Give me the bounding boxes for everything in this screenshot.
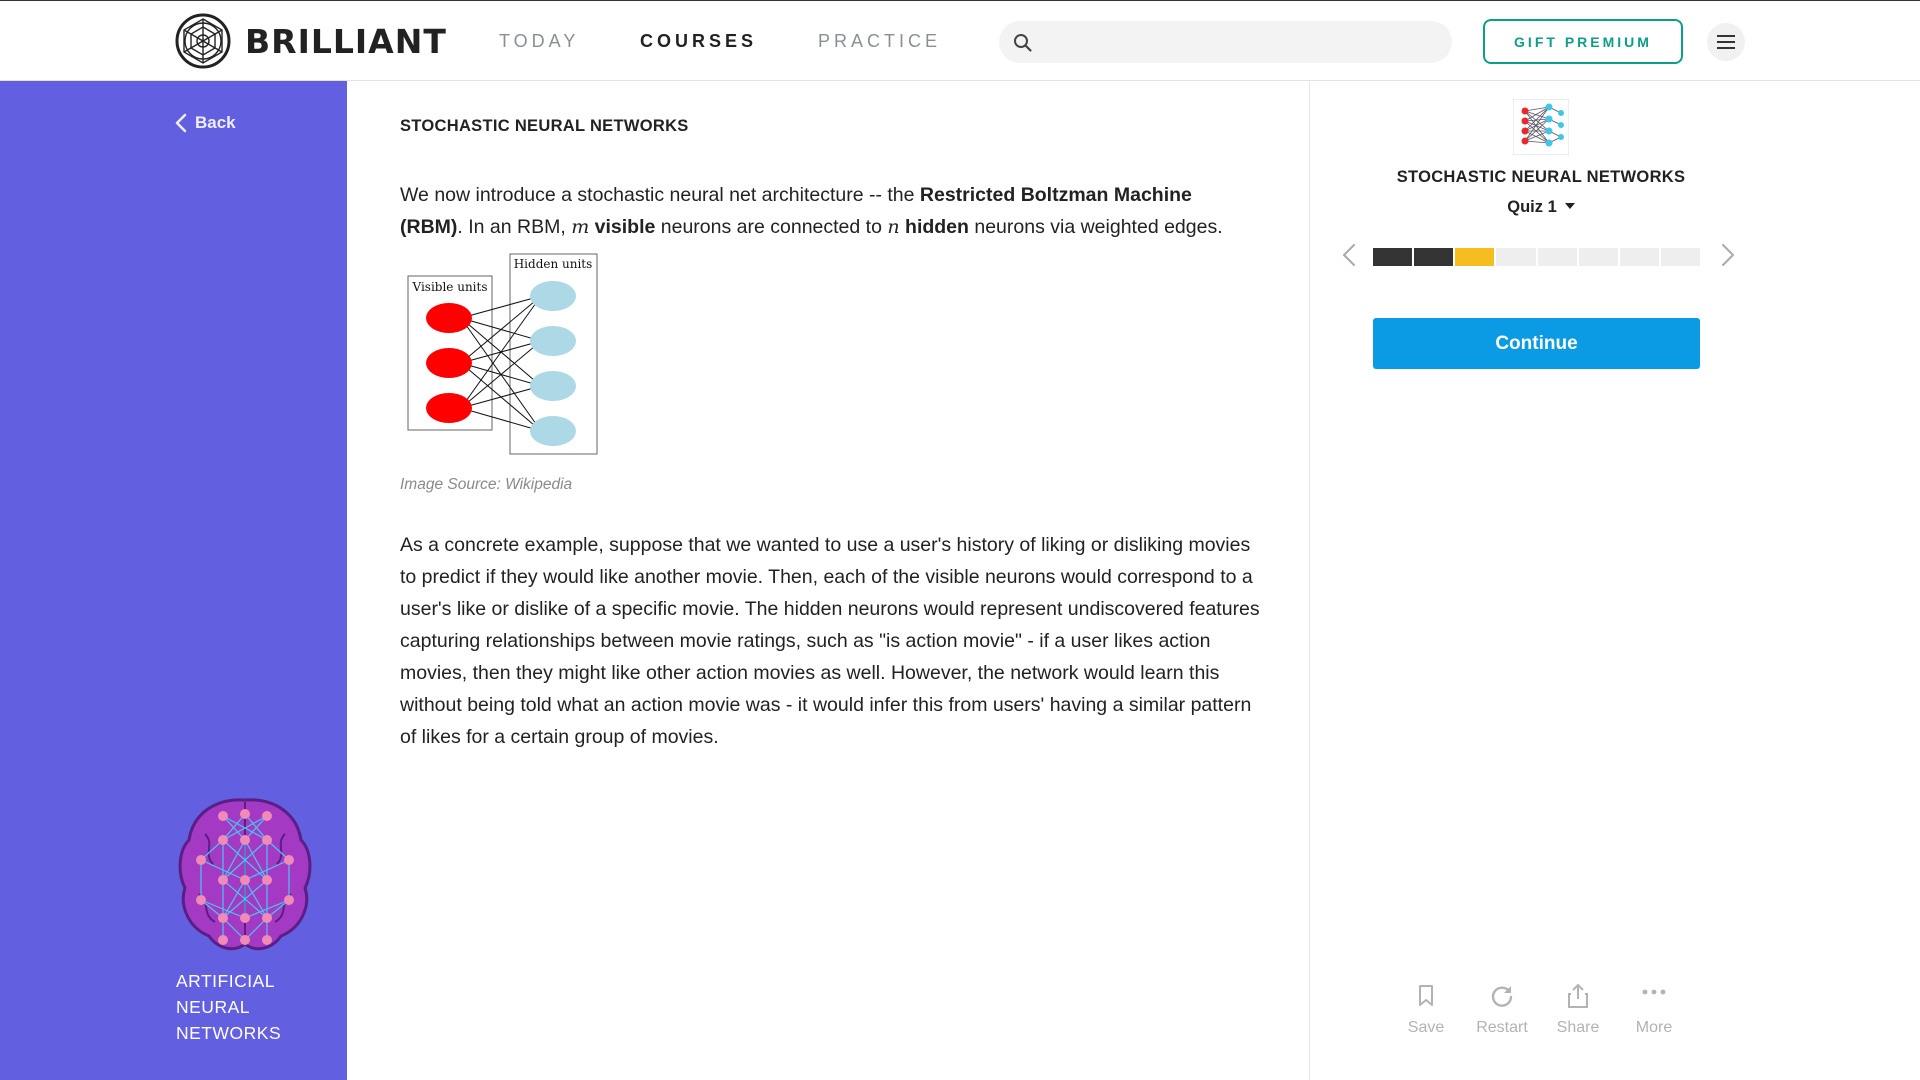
- visible-unit-node: [426, 393, 472, 423]
- quiz-course-title: STOCHASTIC NEURAL NETWORKS: [1396, 168, 1686, 186]
- text-run: neurons are connected to: [655, 216, 888, 238]
- progress-segment: [1619, 248, 1659, 266]
- search-icon: [1014, 34, 1032, 52]
- back-button[interactable]: Back: [175, 113, 236, 133]
- visible-units-label: Visible units: [412, 280, 488, 294]
- gift-premium-button[interactable]: GIFT PREMIUM: [1483, 19, 1683, 64]
- more-icon: [1642, 989, 1666, 995]
- share-button[interactable]: Share: [1542, 983, 1614, 1037]
- back-label: Back: [195, 113, 236, 132]
- restart-icon: [1491, 986, 1513, 1007]
- visible-unit-node: [426, 348, 472, 378]
- restart-label: Restart: [1476, 1019, 1528, 1036]
- nav-today[interactable]: TODAY: [499, 31, 579, 52]
- hidden-unit-node: [530, 416, 576, 446]
- lesson-paragraph-example: As a concrete example, suppose that we w…: [400, 534, 1260, 748]
- continue-button[interactable]: Continue: [1373, 318, 1700, 369]
- save-button[interactable]: Save: [1390, 983, 1462, 1037]
- progress-segment: [1455, 248, 1495, 266]
- neural-brain-icon: [178, 798, 312, 951]
- math-variable-n: n: [887, 216, 900, 238]
- save-label: Save: [1407, 1019, 1445, 1036]
- share-label: Share: [1556, 1019, 1600, 1036]
- more-button[interactable]: More: [1618, 983, 1690, 1037]
- share-icon: [1568, 983, 1588, 1008]
- image-caption: Image Source: Wikipedia: [400, 476, 573, 493]
- progress-segment: [1414, 248, 1454, 266]
- menu-button[interactable]: [1707, 23, 1745, 61]
- hidden-unit-node: [530, 371, 576, 401]
- brand-logo[interactable]: BRILLIANT: [175, 13, 447, 69]
- progress-segment: [1537, 248, 1577, 266]
- caret-down-icon: [1564, 202, 1575, 209]
- restart-button[interactable]: Restart: [1466, 983, 1538, 1037]
- chevron-left-icon: [175, 113, 187, 133]
- term-visible: visible: [594, 216, 656, 238]
- rbm-diagram: Visible units Hidden units: [407, 253, 598, 455]
- next-step-arrow-icon[interactable]: [1721, 243, 1735, 267]
- quiz-actions: Save Restart Share More: [1390, 983, 1690, 1037]
- text-run: neurons via weighted edges.: [968, 216, 1223, 238]
- lesson-paragraph-intro: We now introduce a stochastic neural net…: [400, 179, 1260, 243]
- brand-name: BRILLIANT: [245, 21, 447, 61]
- quiz-panel: STOCHASTIC NEURAL NETWORKS Quiz 1 Contin…: [1309, 81, 1920, 1080]
- quiz-selector-label: Quiz 1: [1507, 198, 1557, 216]
- course-sidebar: Back ARTIFICIAL NEURAL NETWORKS: [0, 81, 347, 1080]
- more-label: More: [1635, 1019, 1673, 1036]
- course-title: ARTIFICIAL NEURAL NETWORKS: [176, 971, 282, 1043]
- hidden-units-label: Hidden units: [514, 257, 593, 271]
- nav-courses[interactable]: COURSES: [640, 31, 757, 52]
- nav-practice[interactable]: PRACTICE: [818, 31, 941, 52]
- search-bar[interactable]: [999, 21, 1452, 63]
- hamburger-icon: [1717, 35, 1735, 49]
- progress-segment: [1660, 248, 1700, 266]
- term-hidden: hidden: [905, 216, 969, 238]
- top-navigation-bar: BRILLIANT TODAY COURSES PRACTICE GIFT PR…: [0, 0, 1920, 81]
- progress-segment: [1578, 248, 1618, 266]
- text-run: . In an RBM,: [457, 216, 572, 238]
- hidden-unit-node: [530, 326, 576, 356]
- course-thumbnail-icon: [1513, 99, 1569, 155]
- hidden-unit-node: [530, 281, 576, 311]
- progress-segment: [1496, 248, 1536, 266]
- lesson-heading: STOCHASTIC NEURAL NETWORKS: [400, 117, 689, 135]
- math-variable-m: m: [571, 216, 590, 238]
- progress-segment: [1373, 248, 1413, 266]
- text-run: We now introduce a stochastic neural net…: [400, 184, 920, 206]
- brilliant-logo-icon: [175, 13, 231, 69]
- quiz-selector-dropdown[interactable]: Quiz 1: [1310, 198, 1772, 217]
- quiz-progress-bar: [1373, 248, 1700, 266]
- bookmark-icon: [1419, 985, 1433, 1006]
- prev-step-arrow-icon[interactable]: [1342, 243, 1356, 267]
- search-input[interactable]: [1043, 21, 1438, 63]
- visible-unit-node: [426, 303, 472, 333]
